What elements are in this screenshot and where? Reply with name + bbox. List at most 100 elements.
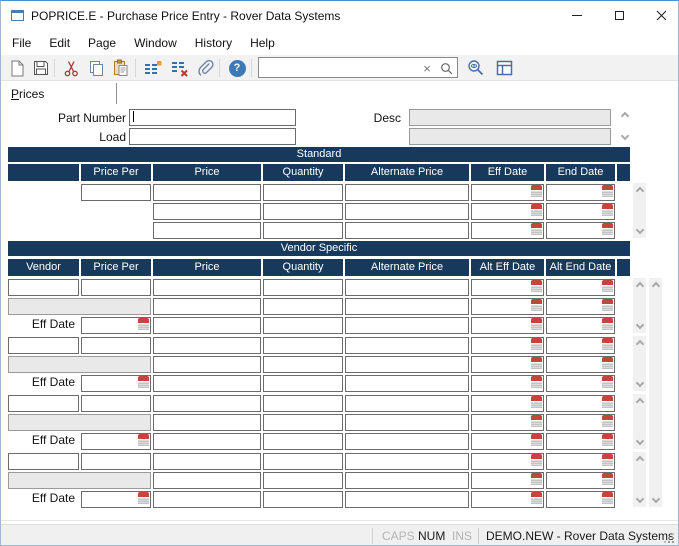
vendor-alternate-price-input[interactable]	[345, 375, 469, 392]
standard-quantity-input[interactable]	[263, 222, 343, 239]
calendar-icon[interactable]	[602, 454, 613, 466]
calendar-icon[interactable]	[602, 338, 613, 350]
scroll-up-icon[interactable]	[635, 187, 643, 195]
calendar-icon[interactable]	[602, 376, 613, 388]
vendor-price-input[interactable]	[153, 356, 261, 373]
scroll-up-icon[interactable]	[635, 398, 643, 406]
scroll-down-icon[interactable]	[635, 379, 643, 387]
standard-scrollbar[interactable]	[633, 183, 646, 238]
calendar-icon[interactable]	[602, 318, 613, 330]
calendar-icon[interactable]	[531, 357, 542, 369]
calendar-icon[interactable]	[531, 280, 542, 292]
vendor-alternate-price-input[interactable]	[345, 433, 469, 450]
vendor-price-input[interactable]	[153, 279, 261, 296]
minimize-button[interactable]	[560, 1, 594, 30]
menu-window[interactable]: Window	[125, 32, 186, 54]
standard-alternate-price-input[interactable]	[345, 203, 469, 220]
vendor-price-input[interactable]	[153, 337, 261, 354]
calendar-icon[interactable]	[531, 185, 542, 197]
calendar-icon[interactable]	[531, 492, 542, 504]
calendar-icon[interactable]	[602, 396, 613, 408]
vendor-input[interactable]	[8, 279, 79, 296]
vendor-group-scrollbar[interactable]	[633, 452, 646, 507]
calendar-icon[interactable]	[138, 318, 149, 330]
standard-quantity-input[interactable]	[263, 184, 343, 201]
scroll-down-icon[interactable]	[651, 495, 659, 503]
vendor-alternate-price-input[interactable]	[345, 337, 469, 354]
calendar-icon[interactable]	[531, 223, 542, 235]
calendar-icon[interactable]	[531, 338, 542, 350]
vendor-group-scrollbar[interactable]	[633, 278, 646, 333]
calendar-icon[interactable]	[602, 280, 613, 292]
calendar-icon[interactable]	[602, 299, 613, 311]
vendor-quantity-input[interactable]	[263, 472, 343, 489]
calendar-icon[interactable]	[602, 473, 613, 485]
maximize-button[interactable]	[602, 1, 636, 30]
vendor-alternate-price-input[interactable]	[345, 317, 469, 334]
vendor-input[interactable]	[8, 337, 79, 354]
vendor-price-input[interactable]	[153, 472, 261, 489]
vendor-alternate-price-input[interactable]	[345, 279, 469, 296]
search-clear-icon[interactable]: ×	[419, 60, 435, 76]
vendor-price-input[interactable]	[153, 414, 261, 431]
close-button[interactable]	[644, 1, 678, 30]
desc-scroll-down[interactable]	[617, 129, 633, 143]
lookup-button[interactable]	[465, 57, 487, 79]
calendar-icon[interactable]	[602, 492, 613, 504]
calendar-icon[interactable]	[602, 415, 613, 427]
vendor-price-input[interactable]	[153, 317, 261, 334]
calendar-icon[interactable]	[531, 473, 542, 485]
vendor-alternate-price-input[interactable]	[345, 395, 469, 412]
vendor-alternate-price-input[interactable]	[345, 453, 469, 470]
scroll-up-icon[interactable]	[635, 340, 643, 348]
menu-help[interactable]: Help	[241, 32, 284, 54]
search-input[interactable]	[261, 59, 419, 76]
scroll-up-icon[interactable]	[635, 456, 643, 464]
desc-scroll-up[interactable]	[617, 109, 633, 123]
calendar-icon[interactable]	[602, 185, 613, 197]
vendor-quantity-input[interactable]	[263, 395, 343, 412]
menu-page[interactable]: Page	[79, 32, 125, 54]
menu-edit[interactable]: Edit	[40, 32, 79, 54]
vendor-price-per-input[interactable]	[81, 337, 151, 354]
scroll-down-icon[interactable]	[635, 495, 643, 503]
standard-alternate-price-input[interactable]	[345, 184, 469, 201]
standard-price-input[interactable]	[153, 203, 261, 220]
vendor-quantity-input[interactable]	[263, 414, 343, 431]
vendor-group-scrollbar[interactable]	[633, 394, 646, 449]
vendor-alternate-price-input[interactable]	[345, 472, 469, 489]
vendor-quantity-input[interactable]	[263, 375, 343, 392]
resize-grip[interactable]	[664, 533, 674, 543]
layout-button[interactable]	[493, 57, 515, 79]
scroll-up-icon[interactable]	[635, 282, 643, 290]
vendor-price-per-input[interactable]	[81, 395, 151, 412]
title-bar[interactable]: POPRICE.E - Purchase Price Entry - Rover…	[1, 1, 678, 31]
standard-alternate-price-input[interactable]	[345, 222, 469, 239]
calendar-icon[interactable]	[138, 376, 149, 388]
standard-price-input[interactable]	[153, 184, 261, 201]
vendor-quantity-input[interactable]	[263, 337, 343, 354]
vendor-quantity-input[interactable]	[263, 453, 343, 470]
standard-price-input[interactable]	[153, 222, 261, 239]
delete-row-button[interactable]	[169, 57, 191, 79]
standard-quantity-input[interactable]	[263, 203, 343, 220]
vendor-price-input[interactable]	[153, 395, 261, 412]
vendor-quantity-input[interactable]	[263, 491, 343, 508]
vendor-quantity-input[interactable]	[263, 356, 343, 373]
scroll-down-icon[interactable]	[635, 437, 643, 445]
calendar-icon[interactable]	[531, 415, 542, 427]
save-button[interactable]	[30, 57, 52, 79]
vendor-input[interactable]	[8, 453, 79, 470]
insert-row-button[interactable]	[142, 57, 164, 79]
load-input[interactable]	[129, 128, 296, 145]
calendar-icon[interactable]	[602, 357, 613, 369]
vendor-quantity-input[interactable]	[263, 279, 343, 296]
vendor-quantity-input[interactable]	[263, 298, 343, 315]
calendar-icon[interactable]	[138, 492, 149, 504]
vendor-price-input[interactable]	[153, 433, 261, 450]
attachment-button[interactable]	[194, 57, 216, 79]
scroll-up-icon[interactable]	[651, 282, 659, 290]
vendor-price-input[interactable]	[153, 375, 261, 392]
menu-history[interactable]: History	[186, 32, 241, 54]
copy-button[interactable]	[85, 57, 107, 79]
